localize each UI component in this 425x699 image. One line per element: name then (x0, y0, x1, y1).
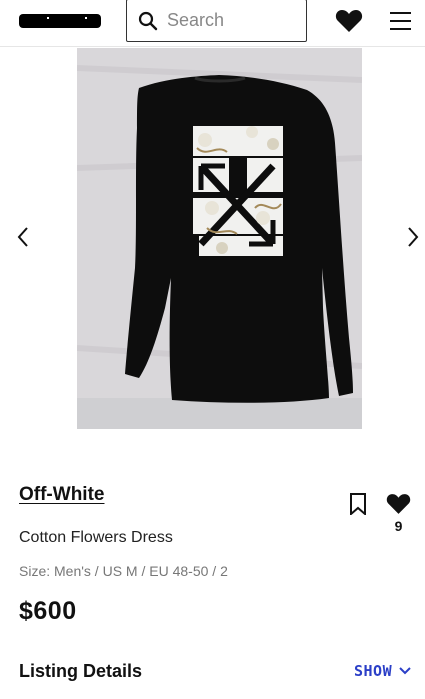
search-input[interactable] (167, 10, 297, 31)
product-title: Cotton Flowers Dress (19, 529, 173, 546)
show-details-label: SHOW (354, 662, 393, 680)
search-icon (138, 11, 158, 30)
shirt-image (77, 48, 362, 429)
product-size: Size: Men's / US M / EU 48-50 / 2 (19, 563, 228, 579)
product-photo[interactable] (77, 48, 362, 429)
site-logo[interactable] (19, 14, 101, 28)
product-price: $600 (19, 597, 77, 625)
chevron-left-icon[interactable] (16, 226, 30, 248)
chevron-down-icon (399, 667, 411, 675)
heart-icon[interactable] (335, 9, 363, 33)
listing-details-heading: Listing Details (19, 661, 143, 681)
brand-link[interactable]: Off-White (19, 484, 104, 506)
bookmark-icon[interactable] (349, 493, 367, 515)
search-bar[interactable] (126, 0, 307, 42)
top-header (0, 0, 425, 47)
chevron-right-icon[interactable] (406, 226, 420, 248)
like-heart-icon[interactable] (386, 493, 411, 515)
show-details-toggle[interactable]: SHOW (354, 662, 412, 680)
hamburger-menu-icon[interactable] (390, 12, 411, 30)
like-count: 9 (394, 518, 403, 534)
